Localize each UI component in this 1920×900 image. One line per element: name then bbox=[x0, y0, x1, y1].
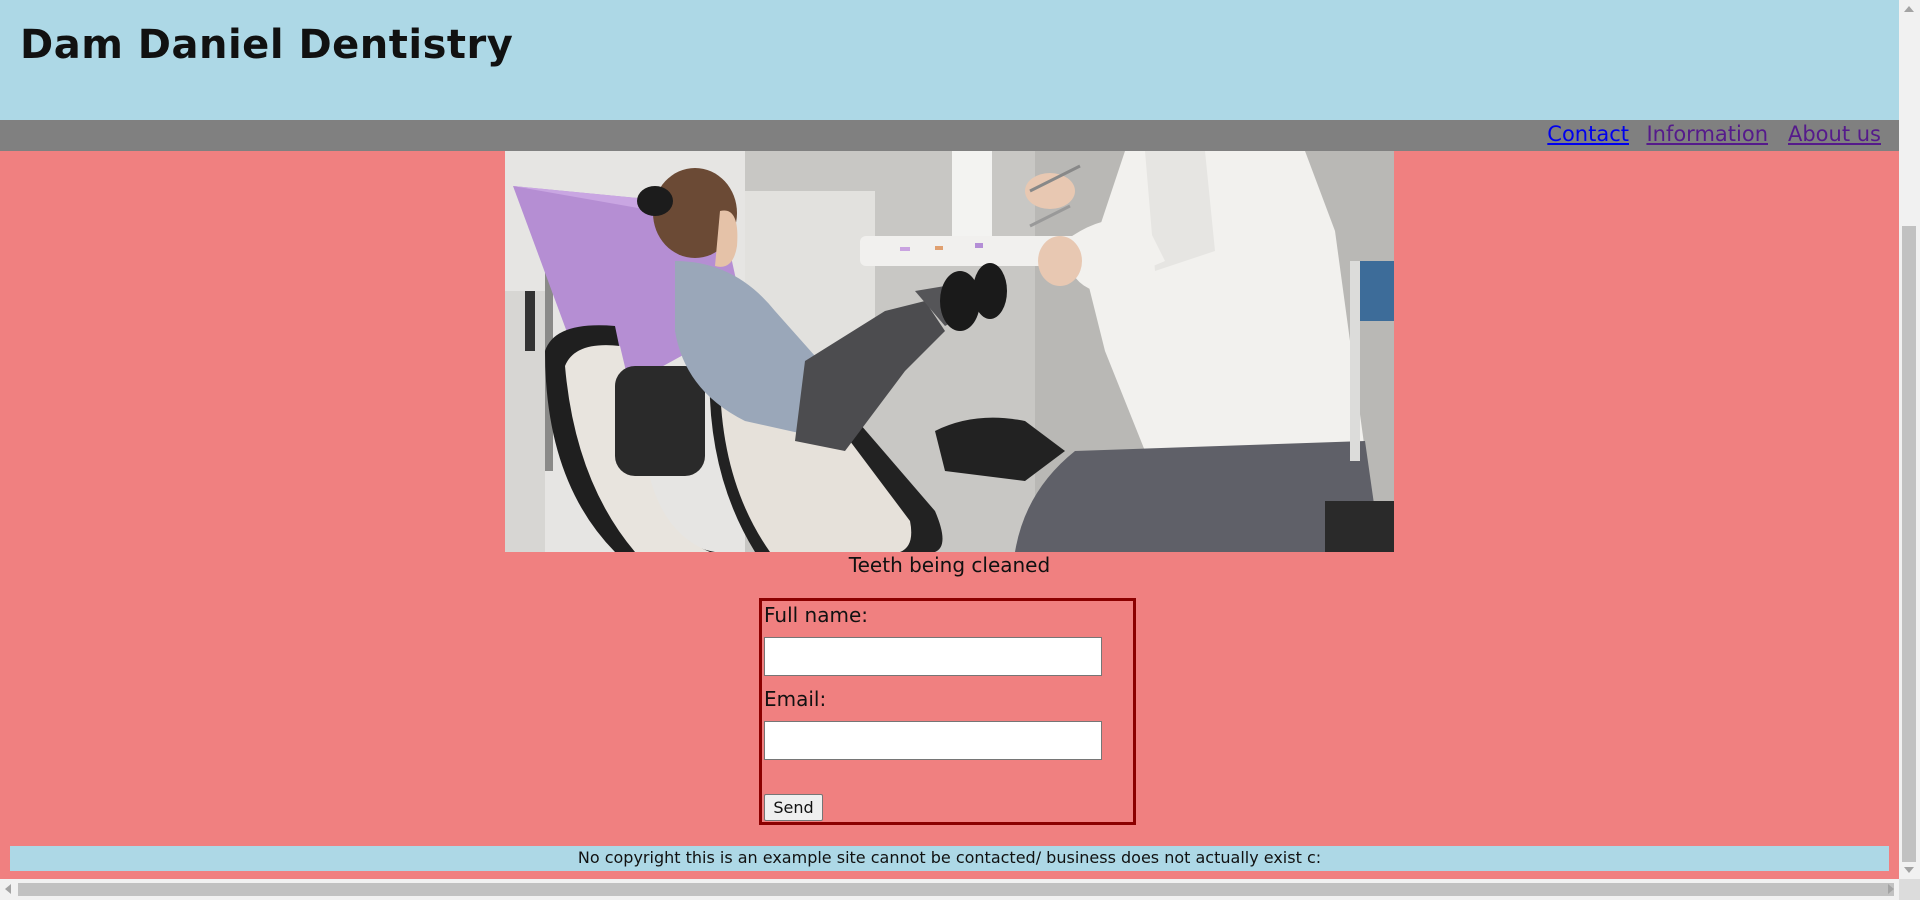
hero-figure: Teeth being cleaned bbox=[505, 151, 1394, 577]
email-input[interactable] bbox=[764, 721, 1102, 760]
vertical-scroll-thumb[interactable] bbox=[1902, 226, 1916, 862]
scroll-down-arrow-icon[interactable] bbox=[1904, 867, 1914, 873]
dental-cleaning-photo bbox=[505, 151, 1394, 552]
scrollbar-corner bbox=[1899, 879, 1920, 900]
site-header: Dam Daniel Dentistry bbox=[0, 0, 1899, 120]
full-name-label: Full name: bbox=[764, 603, 869, 627]
full-name-input[interactable] bbox=[764, 637, 1102, 676]
site-footer: No copyright this is an example site can… bbox=[10, 846, 1889, 871]
nav-link-contact[interactable]: Contact bbox=[1547, 122, 1629, 146]
site-title: Dam Daniel Dentistry bbox=[20, 22, 514, 68]
email-label: Email: bbox=[764, 687, 827, 711]
scroll-up-arrow-icon[interactable] bbox=[1904, 6, 1914, 12]
page: Dam Daniel Dentistry Contact Information… bbox=[0, 0, 1899, 879]
vertical-scrollbar[interactable] bbox=[1899, 0, 1920, 879]
navbar: Contact Information About us bbox=[0, 120, 1899, 151]
nav-link-about-us[interactable]: About us bbox=[1788, 122, 1881, 146]
scroll-right-arrow-icon[interactable] bbox=[1888, 884, 1894, 894]
horizontal-scrollbar[interactable] bbox=[0, 879, 1899, 900]
contact-form: Full name: Email: Send bbox=[759, 598, 1136, 825]
scroll-left-arrow-icon[interactable] bbox=[5, 884, 11, 894]
hero-caption: Teeth being cleaned bbox=[848, 553, 1051, 577]
horizontal-scroll-thumb[interactable] bbox=[18, 883, 1894, 896]
send-button[interactable]: Send bbox=[764, 794, 823, 821]
nav-link-information[interactable]: Information bbox=[1646, 122, 1768, 146]
